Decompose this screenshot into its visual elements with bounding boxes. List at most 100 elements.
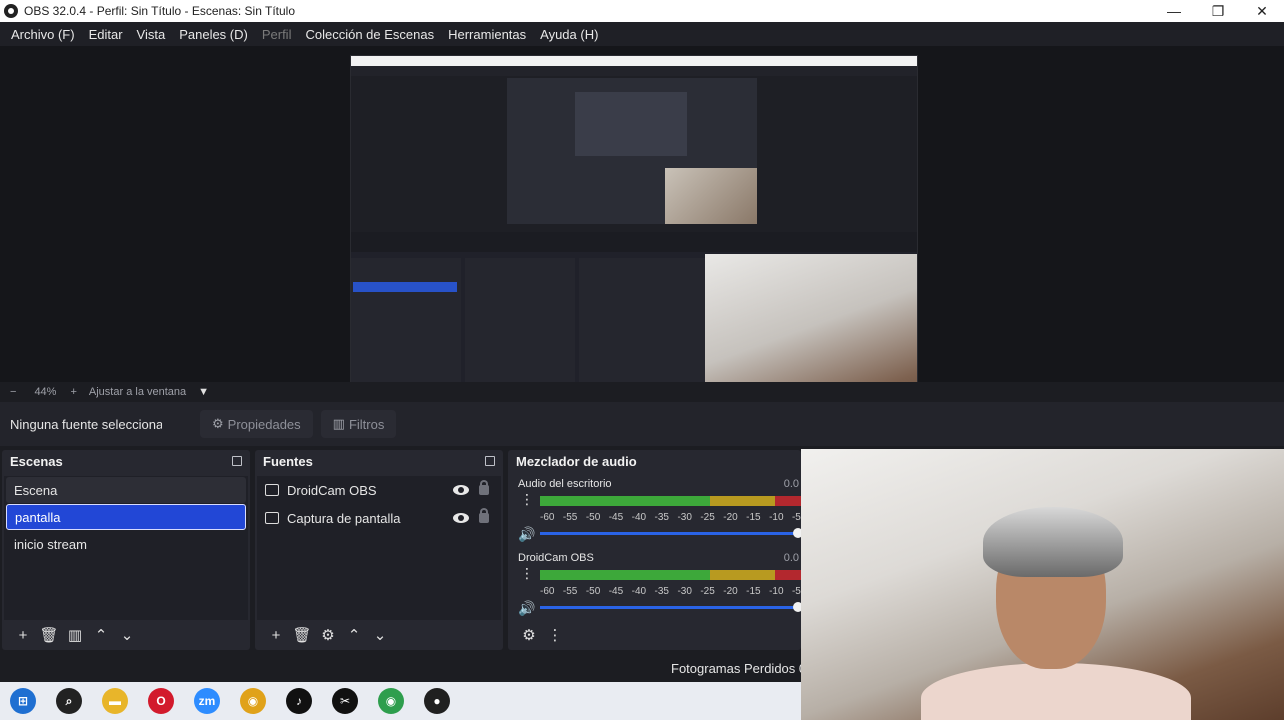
source-label: Captura de pantalla [287,510,401,526]
mixer-title: Mezclador de audio [516,453,637,469]
close-button[interactable]: ✕ [1240,0,1284,22]
menu-bar: Archivo (F) Editar Vista Paneles (D) Perfil C… [0,22,1284,46]
add-source-button[interactable]: + [263,627,289,644]
volume-slider[interactable] [540,602,803,612]
filters-label: Filtros [348,416,385,432]
preview-area[interactable] [0,46,1284,421]
filters-button[interactable]: ▥ Filtros [320,410,397,438]
track-name: Audio del escritorio [518,478,612,490]
add-scene-button[interactable]: + [10,627,36,644]
chrome-profile-icon[interactable]: ◉ [378,688,404,714]
source-item[interactable]: Captura de pantalla [257,504,501,532]
scene-filters-button[interactable]: ▥ [62,626,88,644]
track-db-readout: 0.0 [783,552,799,564]
zoom-in-button[interactable]: + [70,386,76,398]
windows-start-icon[interactable]: ⊞ [10,688,36,714]
meter-tick-label: -45 [608,586,624,597]
move-scene-down-button[interactable]: ⌄ [114,626,140,644]
file-explorer-icon[interactable]: ▬ [102,688,128,714]
move-source-down-button[interactable]: ⌄ [367,626,393,644]
obs-icon[interactable]: ● [424,688,450,714]
meter-yellow [709,496,775,506]
menu-item-1[interactable]: Editar [82,27,130,42]
advanced-audio-button[interactable]: ⚙ [516,626,542,644]
remove-source-button[interactable]: 🗑 [289,626,315,644]
meter-tick-label: -25 [700,512,715,523]
zoom-icon[interactable]: zm [194,688,220,714]
zoom-out-button[interactable]: − [10,386,16,398]
preview-canvas[interactable] [350,55,918,421]
tiktok-icon[interactable]: ♪ [286,688,312,714]
scene-item[interactable]: pantalla [6,504,246,530]
monitor-source-icon [265,512,279,524]
audio-mixer-dock: Mezclador de audio Audio del escritorio 0… [508,450,803,650]
title-bar: OBS 32.0.4 - Perfil: Sin Título - Escena… [0,0,1284,22]
scene-list: Escena pantalla inicio stream [4,476,248,620]
meter-red [774,570,801,580]
lock-icon[interactable] [479,508,489,523]
meter-tick-label: -10 [769,586,784,597]
menu-item-5[interactable]: Colección de Escenas [298,27,441,42]
volume-meter [540,496,801,506]
track-name: DroidCam OBS [518,552,594,564]
capcut-icon[interactable]: ✂ [332,688,358,714]
window-title: OBS 32.0.4 - Perfil: Sin Título - Escena… [24,4,296,18]
meter-red [774,496,801,506]
menu-item-6[interactable]: Herramientas [441,27,533,42]
undock-icon[interactable] [485,456,495,466]
scene-item[interactable]: inicio stream [6,531,246,557]
mixer-tracks: Audio del escritorio 0.0 ⋮ -60 -55 -50 -45 -40-… [510,474,803,622]
opera-icon[interactable]: O [148,688,174,714]
menu-item-3[interactable]: Paneles (D) [172,27,255,42]
minimize-button[interactable]: — [1152,0,1196,22]
maximize-button[interactable]: ❐ [1196,0,1240,22]
meter-tick-label: -55 [562,512,578,523]
undock-icon[interactable] [232,456,242,466]
source-toolbar: Ninguna fuente seleccionada ⚙ Propiedade… [0,402,1284,446]
windows-taskbar: ⊞ ⌕ ▬ Ozm ◉ ♪ ✂ ◉ ● [0,682,801,720]
volume-slider[interactable] [540,528,803,538]
visibility-eye-icon[interactable] [453,485,469,495]
move-source-up-button[interactable]: ⌃ [341,626,367,644]
meter-tick-label: -30 [677,512,692,523]
meter-tick-label: -55 [562,586,578,597]
source-item[interactable]: DroidCam OBS [257,476,501,504]
sources-dock-header: Fuentes [255,450,503,472]
meter-tick-label: -50 [585,512,601,523]
scenes-dock-header: Escenas [2,450,250,472]
meter-tick-label: -50 [585,586,601,597]
menu-item-2[interactable]: Vista [130,27,173,42]
speaker-icon[interactable]: 🔊 [518,526,535,543]
mixer-menu-button[interactable]: ⋮ [542,626,568,644]
chrome-icon[interactable]: ◉ [240,688,266,714]
menu-item-7[interactable]: Ayuda (H) [533,27,605,42]
zoom-dropdown-icon[interactable]: ▼ [198,386,209,398]
track-menu-icon[interactable]: ⋮ [520,566,534,580]
fit-window-label[interactable]: Ajustar a la ventana [89,386,186,398]
meter-ticks: -60 -55 -50 -45 -40 -35 -30 -25 -20 -15 -10 -5 [540,586,801,597]
move-scene-up-button[interactable]: ⌃ [88,626,114,644]
scene-item[interactable]: Escena [6,477,246,503]
zoom-level: 44% [34,386,57,398]
meter-tick-label: -45 [608,512,624,523]
meter-tick-label: -40 [631,512,647,523]
meter-tick-label: -40 [631,586,647,597]
properties-button[interactable]: ⚙ Propiedades [200,410,313,438]
search-icon[interactable]: ⌕ [56,688,82,714]
meter-tick-label: -15 [746,512,761,523]
meter-tick-label: -30 [677,586,692,597]
meter-green [540,570,710,580]
visibility-eye-icon[interactable] [453,513,469,523]
remove-scene-button[interactable]: 🗑 [36,626,62,644]
meter-tick-label: -20 [723,512,738,523]
track-menu-icon[interactable]: ⋮ [520,492,534,506]
source-properties-button[interactable]: ⚙ [315,626,341,644]
lock-icon[interactable] [479,480,489,495]
preview-nested-source-bar [351,232,917,252]
menu-item-0[interactable]: Archivo (F) [4,27,82,42]
meter-yellow [709,570,775,580]
speaker-icon[interactable]: 🔊 [518,600,535,617]
menu-item-4[interactable]: Perfil [255,27,299,42]
mixer-track: DroidCam OBS 0.0 ⋮ -60 -55 -50 -45 -40 -35 -30 -25… [510,548,803,622]
sources-dock: Fuentes DroidCam OBS Captura de pantalla … [255,450,503,650]
